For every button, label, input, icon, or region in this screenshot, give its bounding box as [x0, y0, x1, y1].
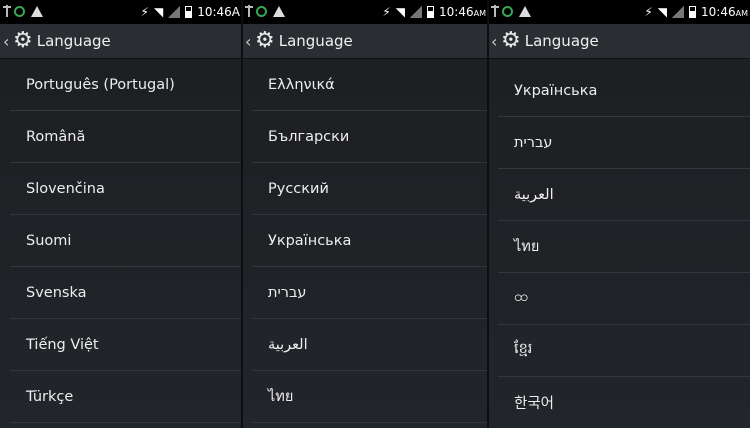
- language-item[interactable]: Slovenčina: [10, 163, 242, 215]
- warning-icon: [273, 5, 285, 17]
- language-item[interactable]: العربية: [498, 169, 750, 221]
- status-bar: ⚡ ◥ 10:46AM: [488, 0, 750, 24]
- signal-icon: [410, 6, 423, 18]
- language-item[interactable]: العربية: [252, 319, 488, 371]
- sync-icon: [256, 5, 267, 17]
- language-item[interactable]: Українська: [498, 65, 750, 117]
- charging-icon: ⚡: [644, 5, 653, 19]
- language-list[interactable]: Українська עברית العربية ไทย ထ ខ្មែរ 한국어: [498, 65, 750, 428]
- signal-icon: [168, 6, 181, 18]
- language-list[interactable]: Ελληνικά Български Русский Українська עב…: [252, 59, 488, 423]
- settings-gear-icon: ⚙: [255, 28, 275, 53]
- language-item[interactable]: Suomi: [10, 215, 242, 267]
- warning-icon: [31, 5, 43, 17]
- page-title: Language: [524, 32, 599, 50]
- sync-icon: [14, 5, 25, 17]
- battery-icon: [689, 6, 697, 18]
- language-item[interactable]: Ελληνικά: [252, 59, 488, 111]
- language-item[interactable]: ထ: [498, 273, 750, 325]
- action-bar[interactable]: ‹ ⚙ Language: [242, 24, 488, 59]
- action-bar[interactable]: ‹ ⚙ Language: [0, 24, 242, 59]
- status-time: 10:46A: [197, 5, 240, 19]
- settings-gear-icon: ⚙: [501, 28, 521, 53]
- wifi-icon: ◥: [153, 5, 164, 19]
- language-item[interactable]: עברית: [252, 267, 488, 319]
- usb-icon: [3, 5, 11, 17]
- screen-panel-2: ⚡ ◥ 10:46AM ‹ ⚙ Language Ελληνικά Българ…: [242, 0, 488, 428]
- language-item[interactable]: ខ្មែរ: [498, 325, 750, 377]
- language-item[interactable]: Tiếng Việt: [10, 319, 242, 371]
- language-item[interactable]: ไทย: [498, 221, 750, 273]
- language-item[interactable]: Português (Portugal): [10, 59, 242, 111]
- signal-icon: [672, 6, 685, 18]
- status-bar: ⚡ ◥ 10:46A: [0, 0, 242, 24]
- panel-divider: [241, 0, 243, 428]
- warning-icon: [519, 5, 531, 17]
- battery-icon: [185, 6, 193, 18]
- wifi-icon: ◥: [657, 5, 668, 19]
- back-icon[interactable]: ‹: [245, 32, 253, 51]
- status-time: 10:46AM: [439, 5, 486, 19]
- language-item[interactable]: 한국어: [498, 377, 750, 428]
- charging-icon: ⚡: [140, 5, 149, 19]
- language-item[interactable]: Svenska: [10, 267, 242, 319]
- back-icon[interactable]: ‹: [491, 32, 499, 51]
- usb-icon: [491, 5, 499, 17]
- language-item[interactable]: Українська: [252, 215, 488, 267]
- panel-divider: [487, 0, 489, 428]
- charging-icon: ⚡: [382, 5, 391, 19]
- language-list[interactable]: Português (Portugal) Română Slovenčina S…: [10, 59, 242, 423]
- back-icon[interactable]: ‹: [3, 32, 11, 51]
- page-title: Language: [278, 32, 353, 50]
- status-time: 10:46AM: [701, 5, 748, 19]
- status-bar: ⚡ ◥ 10:46AM: [242, 0, 488, 24]
- settings-gear-icon: ⚙: [13, 28, 33, 53]
- screen-panel-3: ⚡ ◥ 10:46AM ‹ ⚙ Language Українська עברי…: [488, 0, 750, 428]
- language-item[interactable]: Български: [252, 111, 488, 163]
- battery-icon: [427, 6, 435, 18]
- usb-icon: [245, 5, 253, 17]
- page-title: Language: [36, 32, 111, 50]
- language-item[interactable]: ไทย: [252, 371, 488, 423]
- action-bar[interactable]: ‹ ⚙ Language: [488, 24, 750, 59]
- sync-icon: [502, 5, 513, 17]
- language-item[interactable]: Türkçe: [10, 371, 242, 423]
- language-item[interactable]: Русский: [252, 163, 488, 215]
- language-item[interactable]: Română: [10, 111, 242, 163]
- screen-panel-1: ⚡ ◥ 10:46A ‹ ⚙ Language Português (Portu…: [0, 0, 242, 428]
- wifi-icon: ◥: [395, 5, 406, 19]
- language-item[interactable]: עברית: [498, 117, 750, 169]
